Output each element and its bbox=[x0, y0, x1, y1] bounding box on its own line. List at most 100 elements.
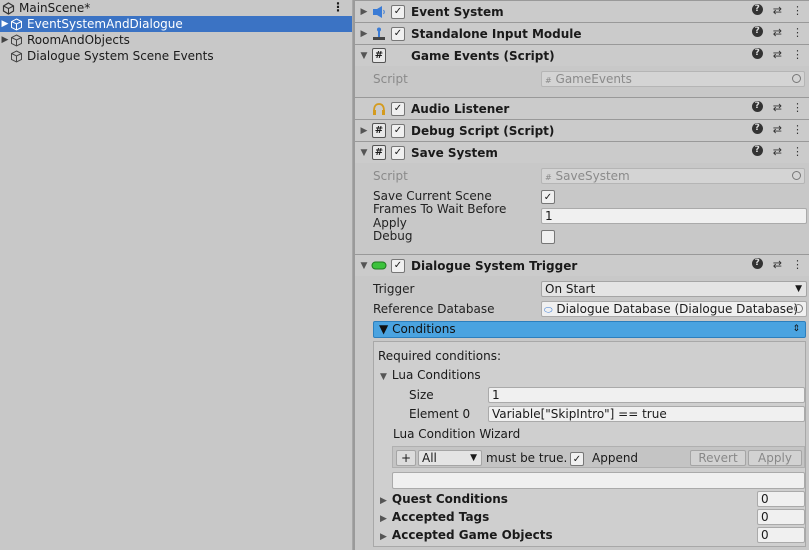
preset-icon[interactable]: ⇄ bbox=[773, 4, 782, 17]
fold-right-icon: ▶ bbox=[380, 532, 387, 542]
quest-conditions-count[interactable]: 0 bbox=[757, 491, 805, 507]
accepted-tags-count[interactable]: 0 bbox=[757, 509, 805, 525]
expand-arrow-icon[interactable]: ▶ bbox=[0, 19, 10, 29]
component-title: Save System bbox=[411, 145, 498, 160]
gameobject-cube-icon bbox=[10, 17, 23, 31]
script-hash-icon: # bbox=[545, 76, 552, 85]
debug-checkbox[interactable] bbox=[541, 230, 555, 244]
game-events-script-field[interactable]: # GameEvents bbox=[541, 71, 805, 87]
element0-input[interactable]: Variable["SkipIntro"] == true bbox=[488, 406, 805, 422]
kebab-menu-icon[interactable]: ⋮ bbox=[792, 48, 803, 61]
wizard-preview-field[interactable] bbox=[392, 472, 805, 489]
object-picker-icon[interactable] bbox=[792, 171, 801, 180]
size-label: Size bbox=[409, 388, 434, 402]
script-label: Script bbox=[373, 169, 408, 183]
kebab-menu-icon[interactable]: ⋮ bbox=[792, 26, 803, 39]
inspector-panel: ▶ ✓ Event System ? ⇄ ⋮ ▶ ✓ Standalone Inpu… bbox=[355, 0, 809, 550]
enabled-checkbox[interactable]: ✓ bbox=[391, 101, 405, 116]
help-icon[interactable]: ? bbox=[751, 48, 763, 59]
fold-down-icon[interactable]: ▼ bbox=[357, 51, 371, 61]
append-checkbox[interactable]: ✓ bbox=[570, 452, 584, 466]
apply-button[interactable]: Apply bbox=[748, 450, 802, 466]
event-system-icon bbox=[371, 4, 387, 20]
scene-menu-icon[interactable]: ⋮ bbox=[332, 0, 344, 14]
component-title: Audio Listener bbox=[411, 101, 510, 116]
kebab-menu-icon[interactable]: ⋮ bbox=[792, 4, 803, 17]
fold-right-icon[interactable]: ▶ bbox=[357, 7, 371, 17]
kebab-menu-icon[interactable]: ⋮ bbox=[792, 258, 803, 271]
help-icon[interactable]: ? bbox=[751, 101, 763, 112]
component-dialogue-system-trigger[interactable]: ▼ ✓ Dialogue System Trigger ? ⇄ ⋮ bbox=[355, 254, 809, 276]
help-icon[interactable]: ? bbox=[751, 4, 763, 15]
enabled-checkbox[interactable]: ✓ bbox=[391, 26, 405, 41]
fold-right-icon[interactable]: ▶ bbox=[357, 126, 371, 136]
component-audio-listener[interactable]: ✓ Audio Listener ? ⇄ ⋮ bbox=[355, 97, 809, 119]
component-standalone-input-module[interactable]: ▶ ✓ Standalone Input Module ? ⇄ ⋮ bbox=[355, 22, 809, 44]
updown-icon: ⇕ bbox=[792, 324, 800, 334]
preset-icon[interactable]: ⇄ bbox=[773, 101, 782, 114]
hierarchy-item-room-and-objects[interactable]: ▶ RoomAndObjects bbox=[0, 32, 352, 48]
append-label: Append bbox=[592, 451, 639, 465]
save-current-scene-checkbox[interactable]: ✓ bbox=[541, 190, 555, 204]
fold-right-icon[interactable]: ▶ bbox=[357, 29, 371, 39]
expand-arrow-icon[interactable]: ▶ bbox=[0, 35, 10, 45]
all-any-dropdown[interactable]: All ▼ bbox=[418, 450, 482, 466]
fold-down-icon: ▼ bbox=[379, 322, 389, 336]
component-debug-script[interactable]: ▶ # ✓ Debug Script (Script) ? ⇄ ⋮ bbox=[355, 119, 809, 141]
headphones-icon bbox=[371, 101, 387, 117]
caret-down-icon: ▼ bbox=[470, 453, 477, 463]
enabled-checkbox[interactable]: ✓ bbox=[391, 123, 405, 138]
hierarchy-item-label: Dialogue System Scene Events bbox=[27, 49, 214, 63]
conditions-foldout[interactable]: ▼ Conditions ⇕ bbox=[373, 321, 806, 338]
hierarchy-item-event-system-and-dialogue[interactable]: ▶ EventSystemAndDialogue bbox=[0, 16, 352, 32]
enabled-checkbox[interactable]: ✓ bbox=[391, 4, 405, 19]
help-icon[interactable]: ? bbox=[751, 26, 763, 37]
size-input[interactable]: 1 bbox=[488, 387, 805, 403]
accepted-game-objects-foldout[interactable]: ▶ Accepted Game Objects bbox=[380, 528, 553, 542]
help-icon[interactable]: ? bbox=[751, 258, 763, 269]
fold-down-icon[interactable]: ▼ bbox=[357, 261, 371, 271]
trigger-dropdown[interactable]: On Start ▼ bbox=[541, 281, 807, 297]
fold-down-icon[interactable]: ▼ bbox=[357, 148, 371, 158]
accepted-tags-foldout[interactable]: ▶ Accepted Tags bbox=[380, 510, 489, 524]
component-event-system[interactable]: ▶ ✓ Event System ? ⇄ ⋮ bbox=[355, 0, 809, 22]
reference-database-field[interactable]: ⬭ Dialogue Database (Dialogue Database) bbox=[541, 301, 807, 317]
object-picker-icon[interactable] bbox=[792, 74, 801, 83]
fold-down-icon: ▼ bbox=[380, 372, 387, 382]
database-icon: ⬭ bbox=[544, 305, 553, 316]
fold-right-icon: ▶ bbox=[380, 496, 387, 506]
preset-icon[interactable]: ⇄ bbox=[773, 26, 782, 39]
add-condition-button[interactable]: + bbox=[396, 450, 416, 466]
kebab-menu-icon[interactable]: ⋮ bbox=[792, 101, 803, 114]
hierarchy-item-dialogue-system-scene-events[interactable]: Dialogue System Scene Events bbox=[0, 48, 352, 64]
reference-database-label: Reference Database bbox=[373, 302, 495, 316]
lua-conditions-foldout[interactable]: ▼ Lua Conditions bbox=[380, 368, 481, 382]
frames-input[interactable]: 1 bbox=[541, 208, 807, 224]
preset-icon[interactable]: ⇄ bbox=[773, 145, 782, 158]
component-title: Debug Script (Script) bbox=[411, 123, 555, 138]
trigger-label: Trigger bbox=[373, 282, 415, 296]
object-picker-icon[interactable] bbox=[794, 304, 803, 313]
help-icon[interactable]: ? bbox=[751, 123, 763, 134]
enabled-checkbox[interactable]: ✓ bbox=[391, 145, 405, 160]
must-be-true-label: must be true. bbox=[486, 451, 568, 465]
component-save-system[interactable]: ▼ # ✓ Save System ? ⇄ ⋮ bbox=[355, 141, 809, 163]
kebab-menu-icon[interactable]: ⋮ bbox=[792, 145, 803, 158]
preset-icon[interactable]: ⇄ bbox=[773, 48, 782, 61]
preset-icon[interactable]: ⇄ bbox=[773, 258, 782, 271]
enabled-checkbox[interactable]: ✓ bbox=[391, 258, 405, 273]
quest-conditions-foldout[interactable]: ▶ Quest Conditions bbox=[380, 492, 508, 506]
component-game-events[interactable]: ▼ # Game Events (Script) ? ⇄ ⋮ bbox=[355, 44, 809, 66]
preset-icon[interactable]: ⇄ bbox=[773, 123, 782, 136]
hierarchy-item-label: RoomAndObjects bbox=[27, 33, 130, 47]
help-icon[interactable]: ? bbox=[751, 145, 763, 156]
save-current-scene-label: Save Current Scene bbox=[373, 189, 492, 203]
script-hash-icon: # bbox=[371, 145, 387, 161]
accepted-game-objects-count[interactable]: 0 bbox=[757, 527, 805, 543]
kebab-menu-icon[interactable]: ⋮ bbox=[792, 123, 803, 136]
scene-row[interactable]: MainScene* ⋮ bbox=[0, 0, 352, 16]
revert-button[interactable]: Revert bbox=[690, 450, 746, 466]
save-system-script-field[interactable]: # SaveSystem bbox=[541, 168, 805, 184]
frames-label: Frames To Wait Before Apply bbox=[373, 202, 507, 230]
trigger-row: Trigger bbox=[373, 280, 541, 298]
